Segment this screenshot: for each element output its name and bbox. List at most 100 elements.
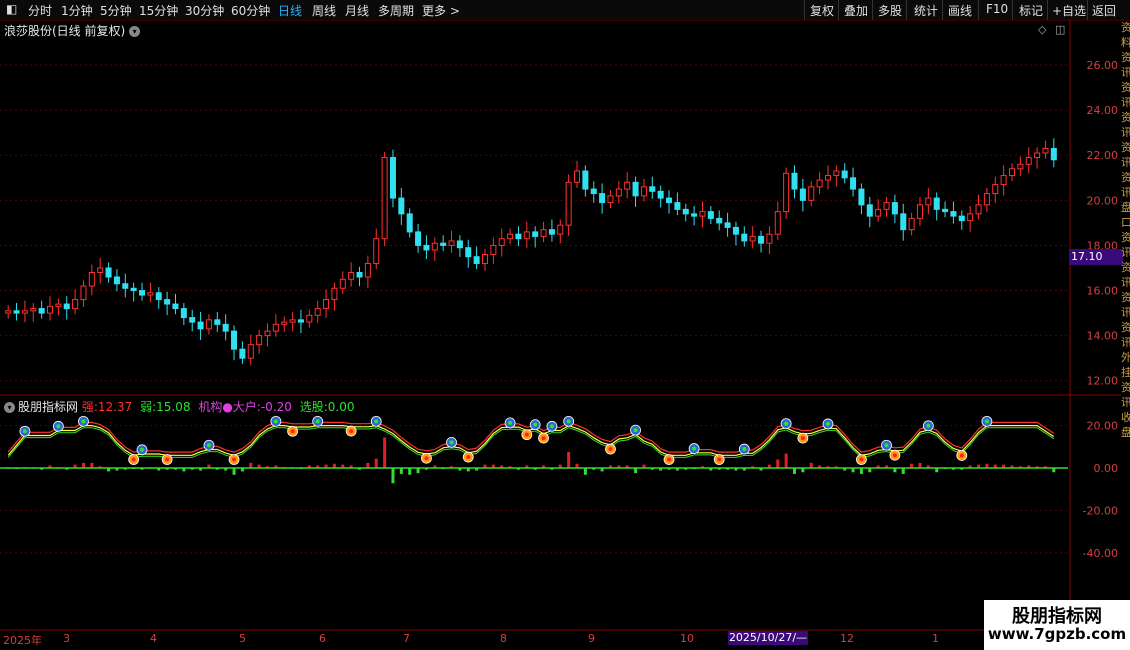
signal-dot xyxy=(424,456,429,461)
candle-body xyxy=(607,195,614,204)
candle-body xyxy=(766,233,773,244)
price-tick-label: 26.00 xyxy=(1087,59,1119,72)
chevron-down-icon[interactable]: ▾ xyxy=(4,402,15,413)
x-label-month: 5 xyxy=(239,632,246,645)
signal-dot xyxy=(290,429,295,434)
watermark-url: www.7gpzb.com xyxy=(987,625,1127,643)
candle-body xyxy=(398,197,405,215)
candle-body xyxy=(205,319,212,330)
candle-body xyxy=(97,267,104,273)
candle-body xyxy=(314,308,321,316)
candle-body xyxy=(699,211,706,217)
signal-dot xyxy=(81,419,86,424)
inst-bar xyxy=(399,468,403,474)
candle-body xyxy=(272,323,279,332)
inst-bar xyxy=(416,468,420,474)
signal-dot xyxy=(273,419,278,424)
inst-bar xyxy=(90,462,94,468)
inst-bar xyxy=(793,468,796,474)
candle-body xyxy=(975,204,982,215)
candle-body xyxy=(808,186,815,201)
signal-dot xyxy=(825,421,830,426)
x-label-month: 9 xyxy=(588,632,595,645)
candle-body xyxy=(858,188,865,206)
price-tick-label: 24.00 xyxy=(1087,104,1119,117)
candle-body xyxy=(5,310,12,314)
signal-dot xyxy=(140,447,145,452)
signal-dot xyxy=(667,457,672,462)
signal-dot xyxy=(784,421,789,426)
signal-dot xyxy=(608,447,613,452)
candle-body xyxy=(281,321,288,325)
candle-body xyxy=(674,202,681,210)
candle-body xyxy=(247,344,254,359)
inst-bar xyxy=(918,462,922,468)
candle-body xyxy=(866,204,873,217)
candle-body xyxy=(749,235,756,242)
stock-title[interactable]: 浪莎股份(日线 前复权) ▾ xyxy=(4,22,141,39)
candle-body xyxy=(72,299,79,310)
candle-body xyxy=(364,262,371,278)
candle-body xyxy=(1050,147,1057,161)
candle-body xyxy=(139,290,146,296)
indicator-tick-label: -20.00 xyxy=(1083,504,1118,517)
candle-body xyxy=(113,276,120,285)
candle-body xyxy=(13,310,20,314)
candle-body xyxy=(214,319,221,325)
candlestick-series xyxy=(5,138,1057,366)
candle-body xyxy=(80,285,87,301)
indicator-name[interactable]: 股朋指标网 xyxy=(18,400,78,414)
x-label-month: 8 xyxy=(500,632,507,645)
side-info-strip[interactable]: 资料资讯资讯资讯资讯资讯盘口资讯资讯资讯资讯外挂资讯收盘 xyxy=(1121,20,1130,630)
signal-dot xyxy=(22,429,27,434)
candle-body xyxy=(63,303,70,310)
weak-value: 15.08 xyxy=(156,400,191,414)
candle-body xyxy=(783,172,790,213)
x-label-month: 4 xyxy=(150,632,157,645)
signal-dot xyxy=(56,424,61,429)
inst-bar xyxy=(81,462,85,468)
candle-body xyxy=(448,240,455,246)
candle-body xyxy=(389,157,396,199)
candle-body xyxy=(833,170,840,177)
signal-dot xyxy=(800,436,805,441)
stock-title-label: 浪莎股份(日线 前复权) xyxy=(4,24,126,38)
signal-dot xyxy=(717,457,722,462)
candle-body xyxy=(599,193,606,204)
panel-toggle-icon[interactable]: ◫ xyxy=(1055,23,1065,36)
candle-body xyxy=(256,335,263,346)
candle-body xyxy=(582,170,589,190)
signal-dot xyxy=(165,457,170,462)
candle-body xyxy=(239,348,246,359)
signal-dot xyxy=(315,419,320,424)
candle-body xyxy=(38,308,45,314)
inst-bar xyxy=(784,453,788,468)
price-tick-label: 20.00 xyxy=(1087,194,1119,207)
inst-bar xyxy=(776,459,780,468)
candle-body xyxy=(465,247,472,258)
candle-body xyxy=(297,319,304,323)
signal-dot xyxy=(541,436,546,441)
candle-body xyxy=(824,175,831,181)
candle-body xyxy=(21,310,28,314)
candle-body xyxy=(440,242,447,246)
x-label-month: 3 xyxy=(63,632,70,645)
candle-body xyxy=(875,208,882,217)
diamond-icon[interactable]: ◇ xyxy=(1038,23,1046,36)
pick-value: 0.00 xyxy=(327,400,355,414)
candle-body xyxy=(557,224,564,235)
candle-body xyxy=(306,314,313,323)
indicator-header: ▾ 股朋指标网 强:12.37 弱:15.08 机构●大户:-0.20 选股:0.… xyxy=(4,398,354,415)
chart-canvas[interactable]: 26.0024.0022.0020.0018.0016.0014.0012.00… xyxy=(0,0,1130,650)
chevron-down-icon[interactable]: ▾ xyxy=(129,26,141,37)
candle-body xyxy=(356,271,363,278)
candle-body xyxy=(1042,147,1049,154)
candle-body xyxy=(515,233,522,240)
signal-dot xyxy=(524,432,529,437)
strong-value: 12.37 xyxy=(97,400,133,414)
candle-body xyxy=(841,170,848,179)
candle-body xyxy=(573,170,581,183)
signal-dot xyxy=(633,428,638,433)
candle-body xyxy=(222,323,229,332)
candle-body xyxy=(373,238,380,264)
